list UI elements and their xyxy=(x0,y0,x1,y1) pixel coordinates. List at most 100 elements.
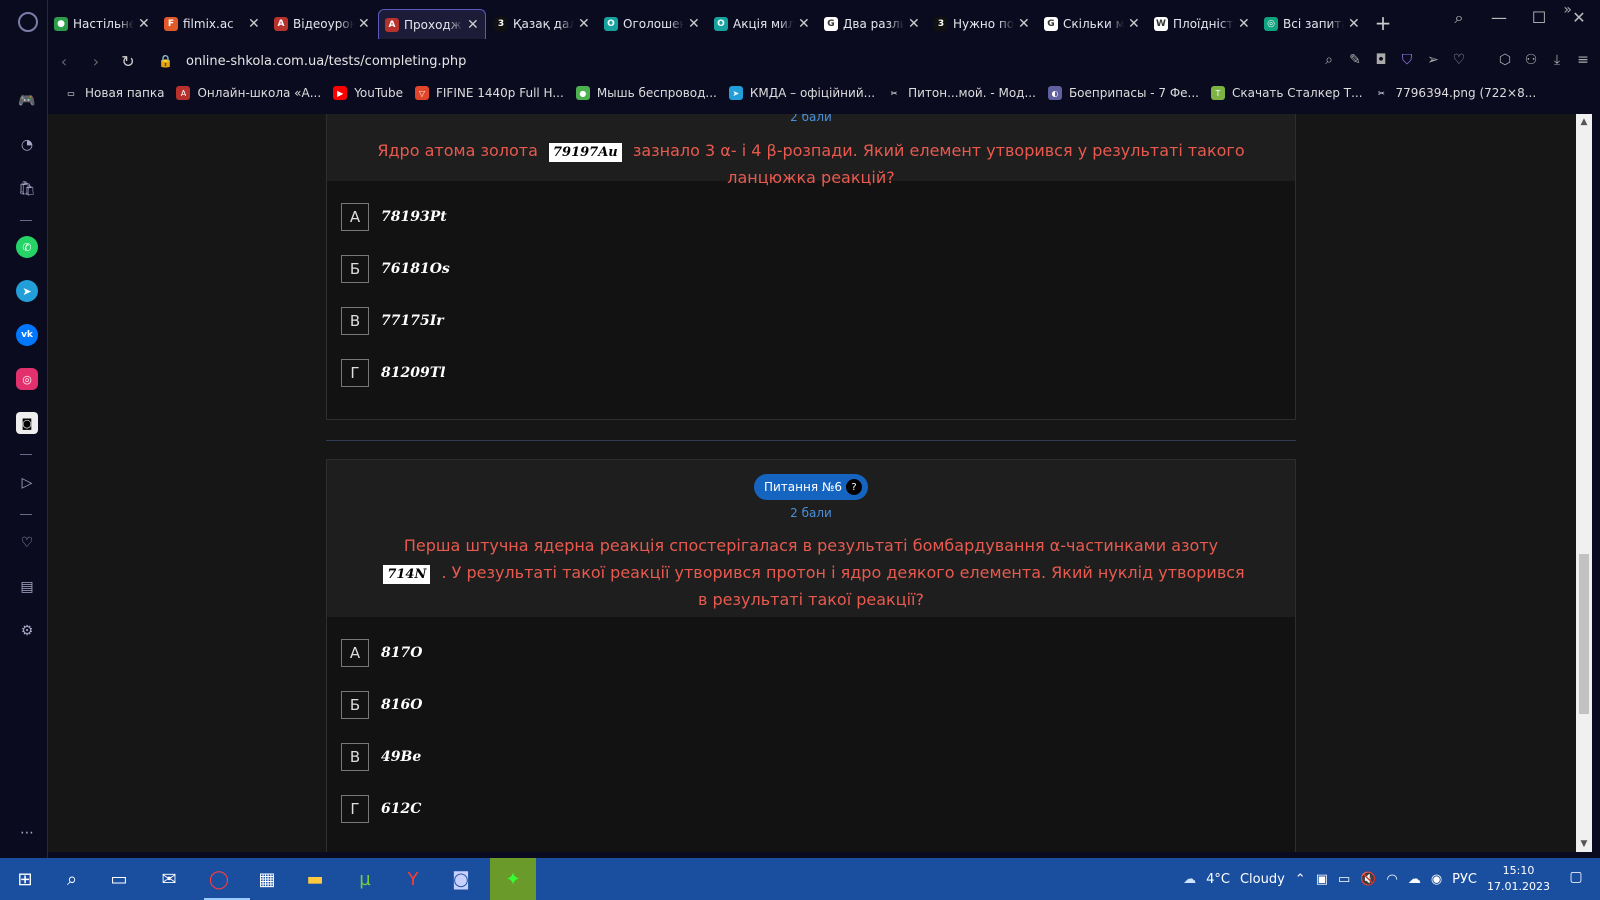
bookmark-item[interactable]: ● Мышь беспровод... xyxy=(575,86,717,100)
browser-tab[interactable]: 3 Нужно по ✕ xyxy=(928,9,1036,39)
shopping-bag-icon[interactable]: 🛍 xyxy=(16,178,38,200)
file-explorer-icon[interactable]: ▬ xyxy=(300,864,330,894)
bookmark-heart-icon[interactable]: ♡ xyxy=(1452,52,1466,68)
maximize-icon[interactable]: ☐ xyxy=(1530,8,1548,28)
wifi-icon[interactable]: ◠ xyxy=(1386,872,1397,887)
scroll-thumb[interactable] xyxy=(1579,554,1589,714)
tab-close-icon[interactable]: ✕ xyxy=(358,16,370,32)
tab-close-icon[interactable]: ✕ xyxy=(578,16,590,32)
language-indicator[interactable]: РУС xyxy=(1452,872,1477,887)
discord-icon[interactable]: ◙ xyxy=(16,412,38,434)
download-icon[interactable]: ⤓ xyxy=(1550,52,1564,68)
scroll-down-arrow-icon[interactable]: ▼ xyxy=(1576,836,1592,852)
razer-icon[interactable]: ✦ xyxy=(490,858,536,900)
bookmark-item[interactable]: ✂ 7796394.png (722×8... xyxy=(1374,86,1536,100)
bookmarks-overflow-icon[interactable]: » xyxy=(1563,2,1572,18)
bookmark-item[interactable]: ◐ Боеприпасы - 7 Фе... xyxy=(1047,86,1199,100)
bookmark-item[interactable]: T Скачать Сталкер Т... xyxy=(1211,86,1363,100)
weather-desc[interactable]: Cloudy xyxy=(1240,872,1285,887)
option-letter-box[interactable]: А xyxy=(341,203,369,231)
network-icon[interactable]: ◉ xyxy=(1431,872,1442,887)
cloud-weather-icon[interactable]: ☁ xyxy=(1183,872,1196,887)
bookmark-item[interactable]: ▶ YouTube xyxy=(333,86,403,100)
settings-gear-icon[interactable]: ⚙ xyxy=(16,620,38,642)
browser-tab[interactable]: G Скільки м ✕ xyxy=(1038,9,1146,39)
battery-icon[interactable]: ▭ xyxy=(1338,872,1350,887)
bookmark-item[interactable]: ✂ Питон...мой. - Мод... xyxy=(887,86,1036,100)
new-tab-button[interactable]: + xyxy=(1372,13,1394,35)
telegram-icon[interactable]: ➤ xyxy=(16,280,38,302)
answer-option[interactable]: Г 81209Tl xyxy=(327,347,1295,399)
answer-option[interactable]: Б 816O xyxy=(327,679,1295,731)
utorrent-icon[interactable]: µ xyxy=(350,864,380,894)
option-letter-box[interactable]: В xyxy=(341,743,369,771)
profile-icon[interactable]: ⚇ xyxy=(1524,52,1538,68)
speed-dial-icon[interactable]: ◔ xyxy=(16,134,38,156)
tab-close-icon[interactable]: ✕ xyxy=(798,16,810,32)
send-icon[interactable]: ➢ xyxy=(1426,52,1440,68)
browser-tab[interactable]: O Акція мил ✕ xyxy=(708,9,816,39)
scroll-up-arrow-icon[interactable]: ▲ xyxy=(1576,114,1592,130)
browser-tab[interactable]: 3 Қазақ дал ✕ xyxy=(488,9,596,39)
answer-option[interactable]: В 77175Ir xyxy=(327,295,1295,347)
edit-icon[interactable]: ✎ xyxy=(1348,52,1362,68)
news-icon[interactable]: ▤ xyxy=(16,576,38,598)
tab-close-icon[interactable]: ✕ xyxy=(1238,16,1250,32)
browser-tab[interactable]: ◎ Всі запита ✕ xyxy=(1258,9,1366,39)
tab-close-icon[interactable]: ✕ xyxy=(248,16,260,32)
tray-chevron-icon[interactable]: ⌃ xyxy=(1295,872,1306,887)
volume-icon[interactable]: 🔇 xyxy=(1360,872,1376,887)
page-scrollbar[interactable]: ▲ ▼ xyxy=(1576,114,1592,852)
tab-close-icon[interactable]: ✕ xyxy=(1018,16,1030,32)
reload-icon[interactable]: ↻ xyxy=(112,52,144,71)
browser-tab[interactable]: G Два разли ✕ xyxy=(818,9,926,39)
instagram-icon[interactable]: ◎ xyxy=(16,368,38,390)
browser-tab[interactable]: A Проходже ✕ xyxy=(378,9,486,39)
bookmark-item[interactable]: ▽ FIFINE 1440p Full H... xyxy=(414,86,564,100)
opera-icon[interactable]: ◯ xyxy=(204,864,250,900)
windows-start-icon[interactable]: ⊞ xyxy=(10,864,40,894)
browser-tab[interactable]: W Плоїдніст ✕ xyxy=(1148,9,1256,39)
zoom-icon[interactable]: ⌕ xyxy=(1322,52,1336,68)
browser-tab[interactable]: Ffilmix.ac ✕ xyxy=(158,9,266,39)
answer-option[interactable]: А 78193Pt xyxy=(327,191,1295,243)
tray-app-icon[interactable]: ▣ xyxy=(1316,872,1328,887)
tab-close-icon[interactable]: ✕ xyxy=(1128,16,1140,32)
lock-icon[interactable]: 🔒 xyxy=(158,54,173,68)
minimize-icon[interactable]: — xyxy=(1490,8,1508,28)
back-arrow-icon[interactable]: ‹ xyxy=(48,52,80,71)
camera-icon[interactable]: ◘ xyxy=(1374,52,1388,68)
clock[interactable]: 15:10 17.01.2023 xyxy=(1487,863,1550,895)
search-icon[interactable]: ⌕ xyxy=(57,864,87,894)
option-letter-box[interactable]: В xyxy=(341,307,369,335)
answer-option[interactable]: Б 76181Os xyxy=(327,243,1295,295)
discord-taskbar-icon[interactable]: ◙ xyxy=(446,864,476,894)
window-app-icon[interactable]: ▦ xyxy=(252,864,282,894)
answer-option[interactable]: А 817O xyxy=(327,627,1295,679)
bookmark-item[interactable]: ➤ КМДА – офіційний... xyxy=(728,86,875,100)
cloud-sync-icon[interactable]: ☁ xyxy=(1408,872,1421,887)
tab-close-icon[interactable]: ✕ xyxy=(908,16,920,32)
yandex-icon[interactable]: Y xyxy=(398,864,428,894)
option-letter-box[interactable]: Г xyxy=(341,359,369,387)
weather-temp[interactable]: 4°C xyxy=(1206,872,1230,887)
answer-option[interactable]: Г 612C xyxy=(327,783,1295,835)
url-field[interactable]: online-shkola.com.ua/tests/completing.ph… xyxy=(186,54,466,69)
heart-icon[interactable]: ♡ xyxy=(16,532,38,554)
mail-icon[interactable]: ✉ xyxy=(154,864,184,894)
gamepad-icon[interactable]: 🎮 xyxy=(16,90,38,112)
answer-option[interactable]: В 49Be xyxy=(327,731,1295,783)
tab-close-icon[interactable]: ✕ xyxy=(1348,16,1360,32)
option-letter-box[interactable]: Б xyxy=(341,691,369,719)
extensions-cube-icon[interactable]: ⬡ xyxy=(1498,52,1512,68)
notification-icon[interactable]: ▢ xyxy=(1566,869,1586,889)
tab-close-icon[interactable]: ✕ xyxy=(467,17,479,33)
browser-tab[interactable]: O Оголошен ✕ xyxy=(598,9,706,39)
bookmark-item[interactable]: A Онлайн-школа «А... xyxy=(176,86,321,100)
menu-icon[interactable]: ≡ xyxy=(1576,52,1590,68)
more-dots-icon[interactable]: ⋯ xyxy=(16,822,38,844)
help-icon[interactable]: ? xyxy=(846,479,862,495)
opera-logo-icon[interactable] xyxy=(18,12,38,32)
option-letter-box[interactable]: А xyxy=(341,639,369,667)
browser-tab[interactable]: ● Настільне ✕ xyxy=(48,9,156,39)
